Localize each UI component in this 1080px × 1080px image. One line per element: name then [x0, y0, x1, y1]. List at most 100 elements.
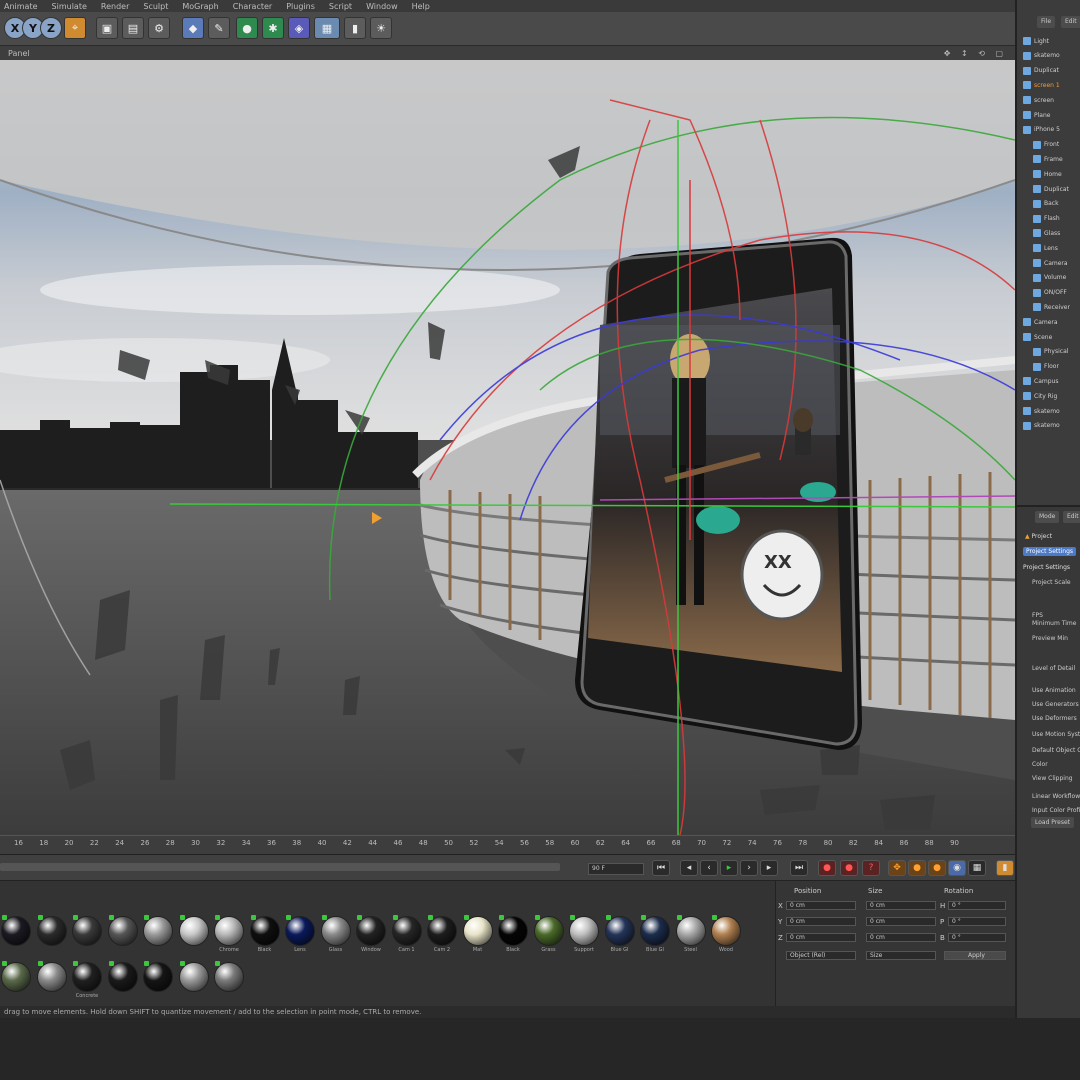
menu-item-mograph[interactable]: MoGraph — [182, 2, 218, 11]
material-swatch[interactable] — [142, 961, 174, 1003]
object-tree-item[interactable]: skatemo — [1023, 404, 1060, 418]
record-active-objects-button[interactable]: ● — [818, 860, 836, 876]
apply-button[interactable]: Apply — [944, 951, 1006, 960]
pen-spline-button[interactable]: ✎ — [208, 17, 230, 39]
play-button[interactable]: ▸ — [720, 860, 738, 876]
coordinate-mode-select[interactable]: Object (Rel) — [786, 951, 856, 960]
coordinate-system-button[interactable]: ⌖ — [64, 17, 86, 39]
material-swatch[interactable] — [178, 915, 210, 957]
menu-item-script[interactable]: Script — [329, 2, 352, 11]
next-frame-button[interactable]: › — [740, 860, 758, 876]
object-tree-item[interactable]: iPhone 5 — [1023, 123, 1060, 137]
material-swatch[interactable]: Black — [497, 915, 529, 957]
z-axis-toggle-button[interactable]: Z — [40, 17, 62, 39]
camera-button[interactable]: ▮ — [344, 17, 366, 39]
position-field[interactable]: 0 cm — [786, 901, 856, 910]
scale-key-button[interactable]: ● — [908, 860, 926, 876]
parameter-key-button[interactable]: ◉ — [948, 860, 966, 876]
object-tree-item[interactable]: screen — [1023, 93, 1054, 107]
material-swatch[interactable] — [71, 915, 103, 957]
rotation-key-button[interactable]: ● — [928, 860, 946, 876]
material-swatch[interactable]: Wood — [710, 915, 742, 957]
position-field[interactable]: 0 cm — [786, 933, 856, 942]
project-settings-tab[interactable]: Project Settings — [1023, 547, 1077, 556]
rotation-field[interactable]: 0 ° — [948, 901, 1006, 910]
object-tree-item[interactable]: Camera — [1023, 315, 1058, 329]
object-tree-item[interactable]: Camera — [1033, 256, 1068, 270]
render-settings-button[interactable]: ⚙ — [148, 17, 170, 39]
material-swatch[interactable]: Glass — [320, 915, 352, 957]
rotation-field[interactable]: 0 ° — [948, 917, 1006, 926]
attribute-edit-tab[interactable]: Edit — [1063, 511, 1080, 523]
size-field[interactable]: 0 cm — [866, 917, 936, 926]
object-tree-item[interactable]: ON/OFF — [1033, 286, 1067, 300]
object-tree-item[interactable]: skatemo — [1023, 419, 1060, 433]
material-swatch[interactable] — [213, 961, 245, 1003]
object-tree-item[interactable]: Back — [1033, 197, 1059, 211]
previous-frame-button[interactable]: ‹ — [700, 860, 718, 876]
material-swatch[interactable]: Cam 2 — [426, 915, 458, 957]
3d-viewport[interactable]: XX — [0, 60, 1015, 835]
object-tree-item[interactable]: Scene — [1023, 330, 1052, 344]
position-key-button[interactable]: ✥ — [888, 860, 906, 876]
material-swatch[interactable]: Lens — [284, 915, 316, 957]
object-tree-item[interactable]: Flash — [1033, 212, 1060, 226]
object-tree-item[interactable]: Glass — [1033, 226, 1060, 240]
object-tree-item[interactable]: Receiver — [1033, 300, 1070, 314]
material-swatch[interactable]: Black — [249, 915, 281, 957]
next-key-button[interactable]: ▸ — [760, 860, 778, 876]
material-swatch[interactable] — [0, 961, 32, 1003]
attribute-mode-tab[interactable]: Mode — [1035, 511, 1060, 523]
render-picture-viewer-button[interactable]: ▤ — [122, 17, 144, 39]
menu-item-animate[interactable]: Animate — [4, 2, 38, 11]
previous-key-button[interactable]: ◂ — [680, 860, 698, 876]
object-manager-file-tab[interactable]: File — [1037, 16, 1056, 28]
subdivision-surface-button[interactable]: ● — [236, 17, 258, 39]
timeline-menu-button[interactable]: ▮ — [996, 860, 1014, 876]
keyframe-selection-button[interactable]: ? — [862, 860, 880, 876]
material-swatch[interactable]: Chrome — [213, 915, 245, 957]
material-swatch[interactable] — [0, 915, 32, 957]
menu-item-plugins[interactable]: Plugins — [286, 2, 315, 11]
object-tree-item[interactable]: Duplicat — [1033, 182, 1069, 196]
material-swatch[interactable]: Blue Gl — [604, 915, 636, 957]
object-tree-item[interactable]: screen 1 — [1023, 78, 1060, 92]
material-swatch[interactable] — [107, 915, 139, 957]
object-tree-item[interactable]: Volume — [1033, 271, 1066, 285]
material-swatch[interactable] — [36, 915, 68, 957]
cube-primitive-button[interactable]: ◆ — [182, 17, 204, 39]
menu-item-sculpt[interactable]: Sculpt — [143, 2, 168, 11]
material-swatch[interactable]: Cam 1 — [391, 915, 423, 957]
material-swatch[interactable]: Window — [355, 915, 387, 957]
menu-item-render[interactable]: Render — [101, 2, 129, 11]
menu-item-simulate[interactable]: Simulate — [52, 2, 87, 11]
object-tree-item[interactable]: Front — [1033, 138, 1059, 152]
autokeying-button[interactable]: ● — [840, 860, 858, 876]
material-swatch[interactable]: Mat — [462, 915, 494, 957]
material-swatch[interactable]: Steel — [675, 915, 707, 957]
size-mode-select[interactable]: Size — [866, 951, 936, 960]
material-swatch[interactable] — [107, 961, 139, 1003]
material-swatch[interactable]: Concrete — [71, 961, 103, 1003]
material-swatch[interactable] — [178, 961, 210, 1003]
end-frame-field[interactable]: 90 F — [588, 863, 644, 875]
object-manager-edit-tab[interactable]: Edit — [1061, 16, 1080, 28]
menu-item-character[interactable]: Character — [233, 2, 273, 11]
deformer-button[interactable]: ◈ — [288, 17, 310, 39]
go-to-end-button[interactable]: ⏭ — [790, 860, 808, 876]
position-field[interactable]: 0 cm — [786, 917, 856, 926]
object-tree-item[interactable]: Lens — [1033, 241, 1058, 255]
menu-item-help[interactable]: Help — [412, 2, 430, 11]
material-swatch[interactable]: Support — [568, 915, 600, 957]
timeline-ruler[interactable]: 16 18 20 22 24 26 28 30 32 34 36 38 40 42 44 46 48 50 52 54… — [0, 835, 1015, 855]
go-to-start-button[interactable]: ⏮ — [652, 860, 670, 876]
viewport-nav-icons[interactable]: ✥ ↕ ⟲ ▢ — [944, 49, 1015, 58]
viewport-panel-menu[interactable]: Panel — [8, 49, 30, 58]
light-button[interactable]: ☀ — [370, 17, 392, 39]
object-tree-item[interactable]: Frame — [1033, 152, 1063, 166]
array-generator-button[interactable]: ✱ — [262, 17, 284, 39]
object-tree-item[interactable]: Campus — [1023, 374, 1058, 388]
load-preset-button[interactable]: Load Preset — [1031, 817, 1075, 828]
material-swatch[interactable]: Blue Gl — [639, 915, 671, 957]
rotation-field[interactable]: 0 ° — [948, 933, 1006, 942]
